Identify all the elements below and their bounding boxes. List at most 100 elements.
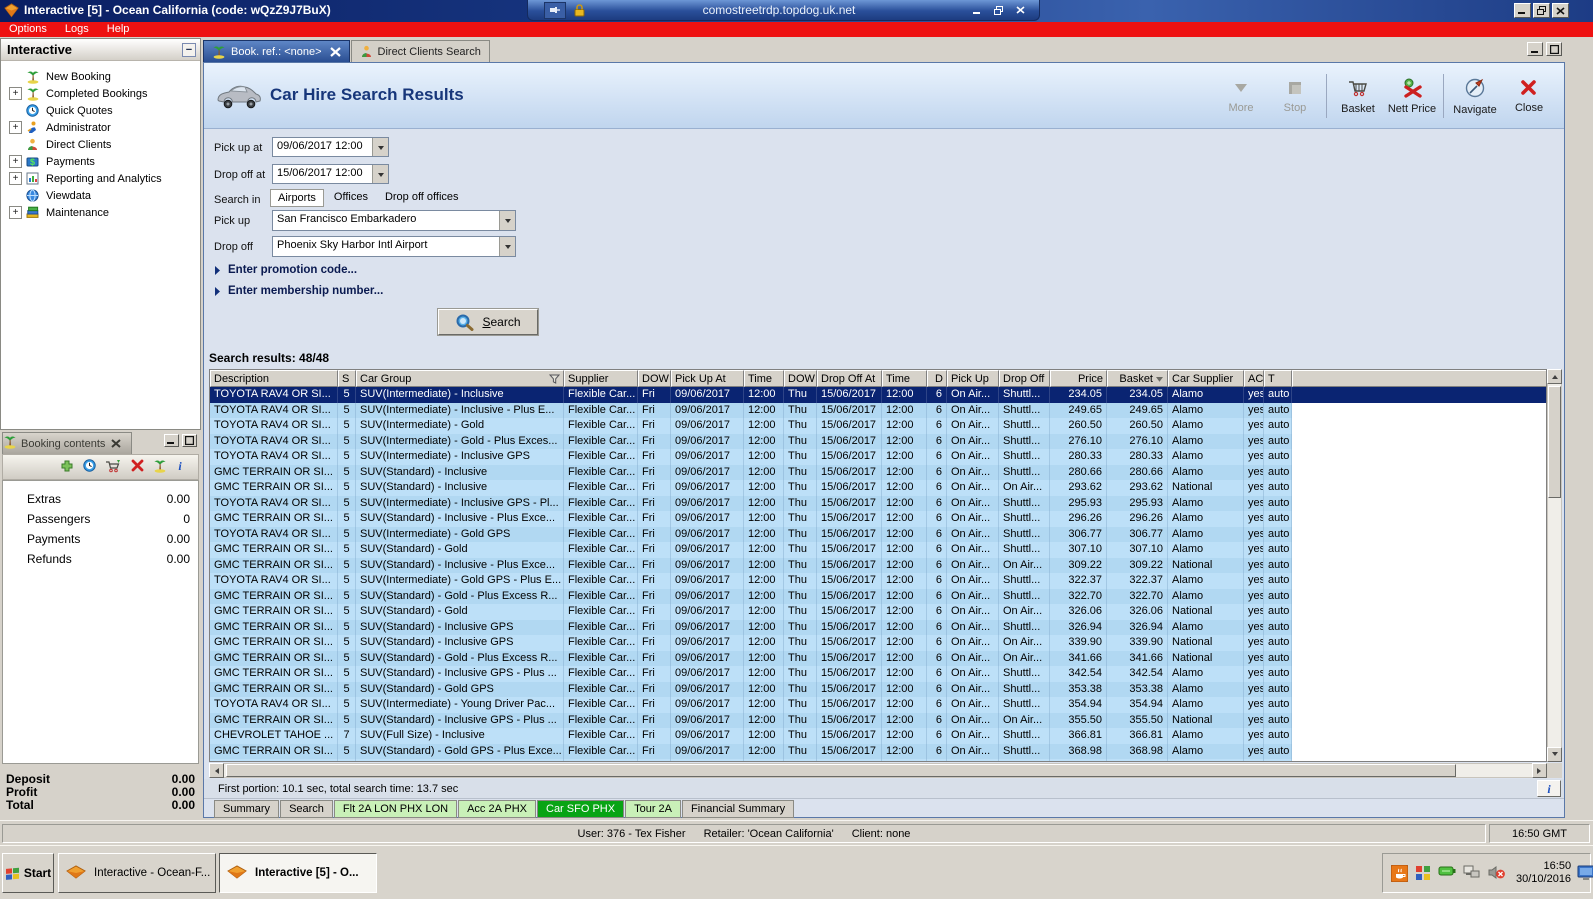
search-in-option-airports[interactable]: Airports: [270, 189, 324, 207]
table-row[interactable]: GMC TERRAIN OR SI... 5 SUV(Standard) - Inc…: [210, 635, 1546, 651]
table-row[interactable]: TOYOTA RAV4 OR SI...5SUV(Intermediate) -…: [210, 402, 1546, 418]
info-icon[interactable]: i: [176, 459, 184, 475]
search-in-option-drop-off-offices[interactable]: Drop off offices: [378, 189, 466, 207]
bottom-tab-tour-2a[interactable]: Tour 2A: [625, 800, 681, 818]
monitor-icon[interactable]: [1577, 865, 1593, 881]
table-row[interactable]: GMC TERRAIN OR SI... 5 SUV(Standard) - Gol…: [210, 681, 1546, 697]
table-row[interactable]: TOYOTA RAV4 OR SI...5SUV(Intermediate) -…: [210, 697, 1546, 713]
navigate-button[interactable]: Navigate: [1448, 70, 1502, 122]
panel-maximize-button[interactable]: [182, 434, 197, 447]
scroll-down-icon[interactable]: [1547, 747, 1562, 762]
chevron-down-icon[interactable]: [499, 211, 515, 230]
table-row[interactable]: GMC TERRAIN OR SI... 5 SUV(Standard) - Inc…: [210, 511, 1546, 527]
column-header-drop-off-at[interactable]: Drop Off At: [817, 370, 882, 387]
bottom-tab-flt-2a-lon-phx-lon[interactable]: Flt 2A LON PHX LON: [333, 800, 458, 818]
table-row[interactable]: TOYOTA RAV4 OR SI...5SUV(Intermediate) -…: [210, 418, 1546, 434]
rdp-close-icon[interactable]: [1016, 5, 1025, 15]
scroll-up-icon[interactable]: [1547, 369, 1562, 384]
column-header-d[interactable]: D: [927, 370, 947, 387]
table-row[interactable]: TOYOTA RAV4 OR SI...5SUV(Intermediate) -…: [210, 387, 1546, 403]
menu-item-help[interactable]: Help: [98, 22, 139, 37]
bottom-tab-financial-summary[interactable]: Financial Summary: [682, 800, 795, 818]
column-header-dow[interactable]: DOW: [784, 370, 817, 387]
column-header-dow[interactable]: DOW: [638, 370, 671, 387]
column-header-pick-up-at[interactable]: Pick Up At: [671, 370, 744, 387]
panel-minimize-button[interactable]: [164, 434, 179, 447]
workspace-minimize-button[interactable]: [1527, 42, 1543, 56]
vscroll-thumb[interactable]: [1548, 386, 1561, 498]
table-row[interactable]: TOYOTA RAV4 OR SI...5SUV(Intermediate) -…: [210, 495, 1546, 511]
search-in-option-offices[interactable]: Offices: [327, 189, 375, 207]
nett-price-button[interactable]: Nett Price: [1385, 70, 1439, 122]
table-row[interactable]: GMC TERRAIN OR SI... 5 SUV(Standard) - Inc…: [210, 666, 1546, 682]
info-button[interactable]: i: [1537, 780, 1561, 797]
chevron-down-icon[interactable]: [372, 138, 388, 156]
column-header-time[interactable]: Time: [882, 370, 927, 387]
bottom-tab-summary[interactable]: Summary: [214, 800, 280, 818]
network-icon[interactable]: [1463, 865, 1480, 882]
table-row[interactable]: TOYOTA RAV4 OR SI...5SUV(Intermediate) -…: [210, 759, 1546, 761]
scroll-left-icon[interactable]: [209, 763, 224, 778]
table-row[interactable]: TOYOTA RAV4 OR SI...5SUV(Intermediate) -…: [210, 449, 1546, 465]
table-row[interactable]: TOYOTA RAV4 OR SI...5SUV(Intermediate) -…: [210, 526, 1546, 542]
expand-icon[interactable]: +: [9, 87, 22, 100]
promotion-code-expander[interactable]: Enter promotion code...: [214, 264, 357, 276]
table-row[interactable]: GMC TERRAIN OR SI... 5 SUV(Standard) - Gol…: [210, 588, 1546, 604]
add-icon[interactable]: [60, 459, 74, 476]
close-button[interactable]: [1552, 3, 1569, 18]
table-row[interactable]: GMC TERRAIN OR SI... 5 SUV(Standard) - Gol…: [210, 604, 1546, 620]
column-header-car-supplier[interactable]: Car Supplier: [1168, 370, 1244, 387]
minimize-button[interactable]: [1514, 3, 1531, 18]
search-button[interactable]: Search: [438, 309, 538, 335]
sidebar-item-payments[interactable]: + $ Payments: [1, 153, 200, 170]
booking-contents-tab[interactable]: Booking contents: [2, 432, 132, 454]
cart-add-icon[interactable]: [105, 459, 122, 476]
expand-icon[interactable]: +: [9, 121, 22, 134]
battery-icon[interactable]: [1438, 865, 1456, 882]
column-header-price[interactable]: Price: [1050, 370, 1107, 387]
restore-button[interactable]: [1533, 3, 1550, 18]
table-row[interactable]: GMC TERRAIN OR SI... 5 SUV(Standard) - Inc…: [210, 557, 1546, 573]
table-row[interactable]: GMC TERRAIN OR SI... 5 SUV(Standard) - Inc…: [210, 464, 1546, 480]
column-header-car-group[interactable]: Car Group: [356, 370, 564, 387]
membership-number-expander[interactable]: Enter membership number...: [214, 285, 383, 297]
taskbar-window-interactive-5-o[interactable]: Interactive [5] - O...: [219, 853, 377, 893]
tab-book-ref-none[interactable]: Book. ref.: <none>: [203, 40, 350, 62]
close-button[interactable]: Close: [1502, 70, 1556, 122]
horizontal-scrollbar[interactable]: [209, 763, 1547, 778]
sidebar-item-direct-clients[interactable]: Direct Clients: [1, 136, 200, 153]
bottom-tab-acc-2a-phx[interactable]: Acc 2A PHX: [458, 800, 536, 818]
pickup-at-field[interactable]: 09/06/2017 12:00: [272, 137, 389, 157]
pickup-combobox[interactable]: San Francisco Embarkadero: [272, 210, 516, 231]
sidebar-item-viewdata[interactable]: Viewdata: [1, 187, 200, 204]
menu-item-logs[interactable]: Logs: [56, 22, 98, 37]
column-header-time[interactable]: Time: [744, 370, 784, 387]
column-header-t[interactable]: T: [1264, 370, 1292, 387]
table-row[interactable]: GMC TERRAIN OR SI... 5 SUV(Standard) - Inc…: [210, 480, 1546, 496]
sidebar-item-quick-quotes[interactable]: Quick Quotes: [1, 102, 200, 119]
colors-icon[interactable]: [1415, 865, 1431, 882]
workspace-maximize-button[interactable]: [1546, 42, 1562, 56]
table-row[interactable]: TOYOTA RAV4 OR SI...5SUV(Intermediate) -…: [210, 433, 1546, 449]
table-row[interactable]: GMC TERRAIN OR SI... 5 SUV(Standard) - Gol…: [210, 650, 1546, 666]
tab-close-icon[interactable]: [329, 46, 341, 57]
bottom-tab-car-sfo-phx[interactable]: Car SFO PHX: [537, 800, 625, 818]
basket-button[interactable]: Basket: [1331, 70, 1385, 122]
column-header-drop-off[interactable]: Drop Off: [999, 370, 1050, 387]
dropoff-combobox[interactable]: Phoenix Sky Harbor Intl Airport: [272, 236, 516, 257]
table-row[interactable]: GMC TERRAIN OR SI... 5 SUV(Standard) - Gol…: [210, 542, 1546, 558]
scroll-right-icon[interactable]: [1532, 763, 1547, 778]
table-row[interactable]: CHEVROLET TAHOE ... 7 SUV(Full Size) - Inc…: [210, 728, 1546, 744]
sidebar-item-maintenance[interactable]: + Maintenance: [1, 204, 200, 221]
close-icon[interactable]: [111, 439, 122, 448]
start-button[interactable]: Start: [2, 853, 54, 893]
delete-icon[interactable]: [131, 459, 144, 475]
column-header-supplier[interactable]: Supplier: [564, 370, 638, 387]
vertical-scrollbar[interactable]: [1547, 369, 1562, 762]
filter-icon[interactable]: [549, 374, 560, 384]
table-row[interactable]: GMC TERRAIN OR SI... 5 SUV(Standard) - Inc…: [210, 619, 1546, 635]
column-header-ac[interactable]: AC: [1244, 370, 1264, 387]
table-row[interactable]: GMC TERRAIN OR SI... 5 SUV(Standard) - Gol…: [210, 743, 1546, 759]
menu-item-options[interactable]: Options: [0, 22, 56, 37]
column-header-description[interactable]: Description: [210, 370, 338, 387]
